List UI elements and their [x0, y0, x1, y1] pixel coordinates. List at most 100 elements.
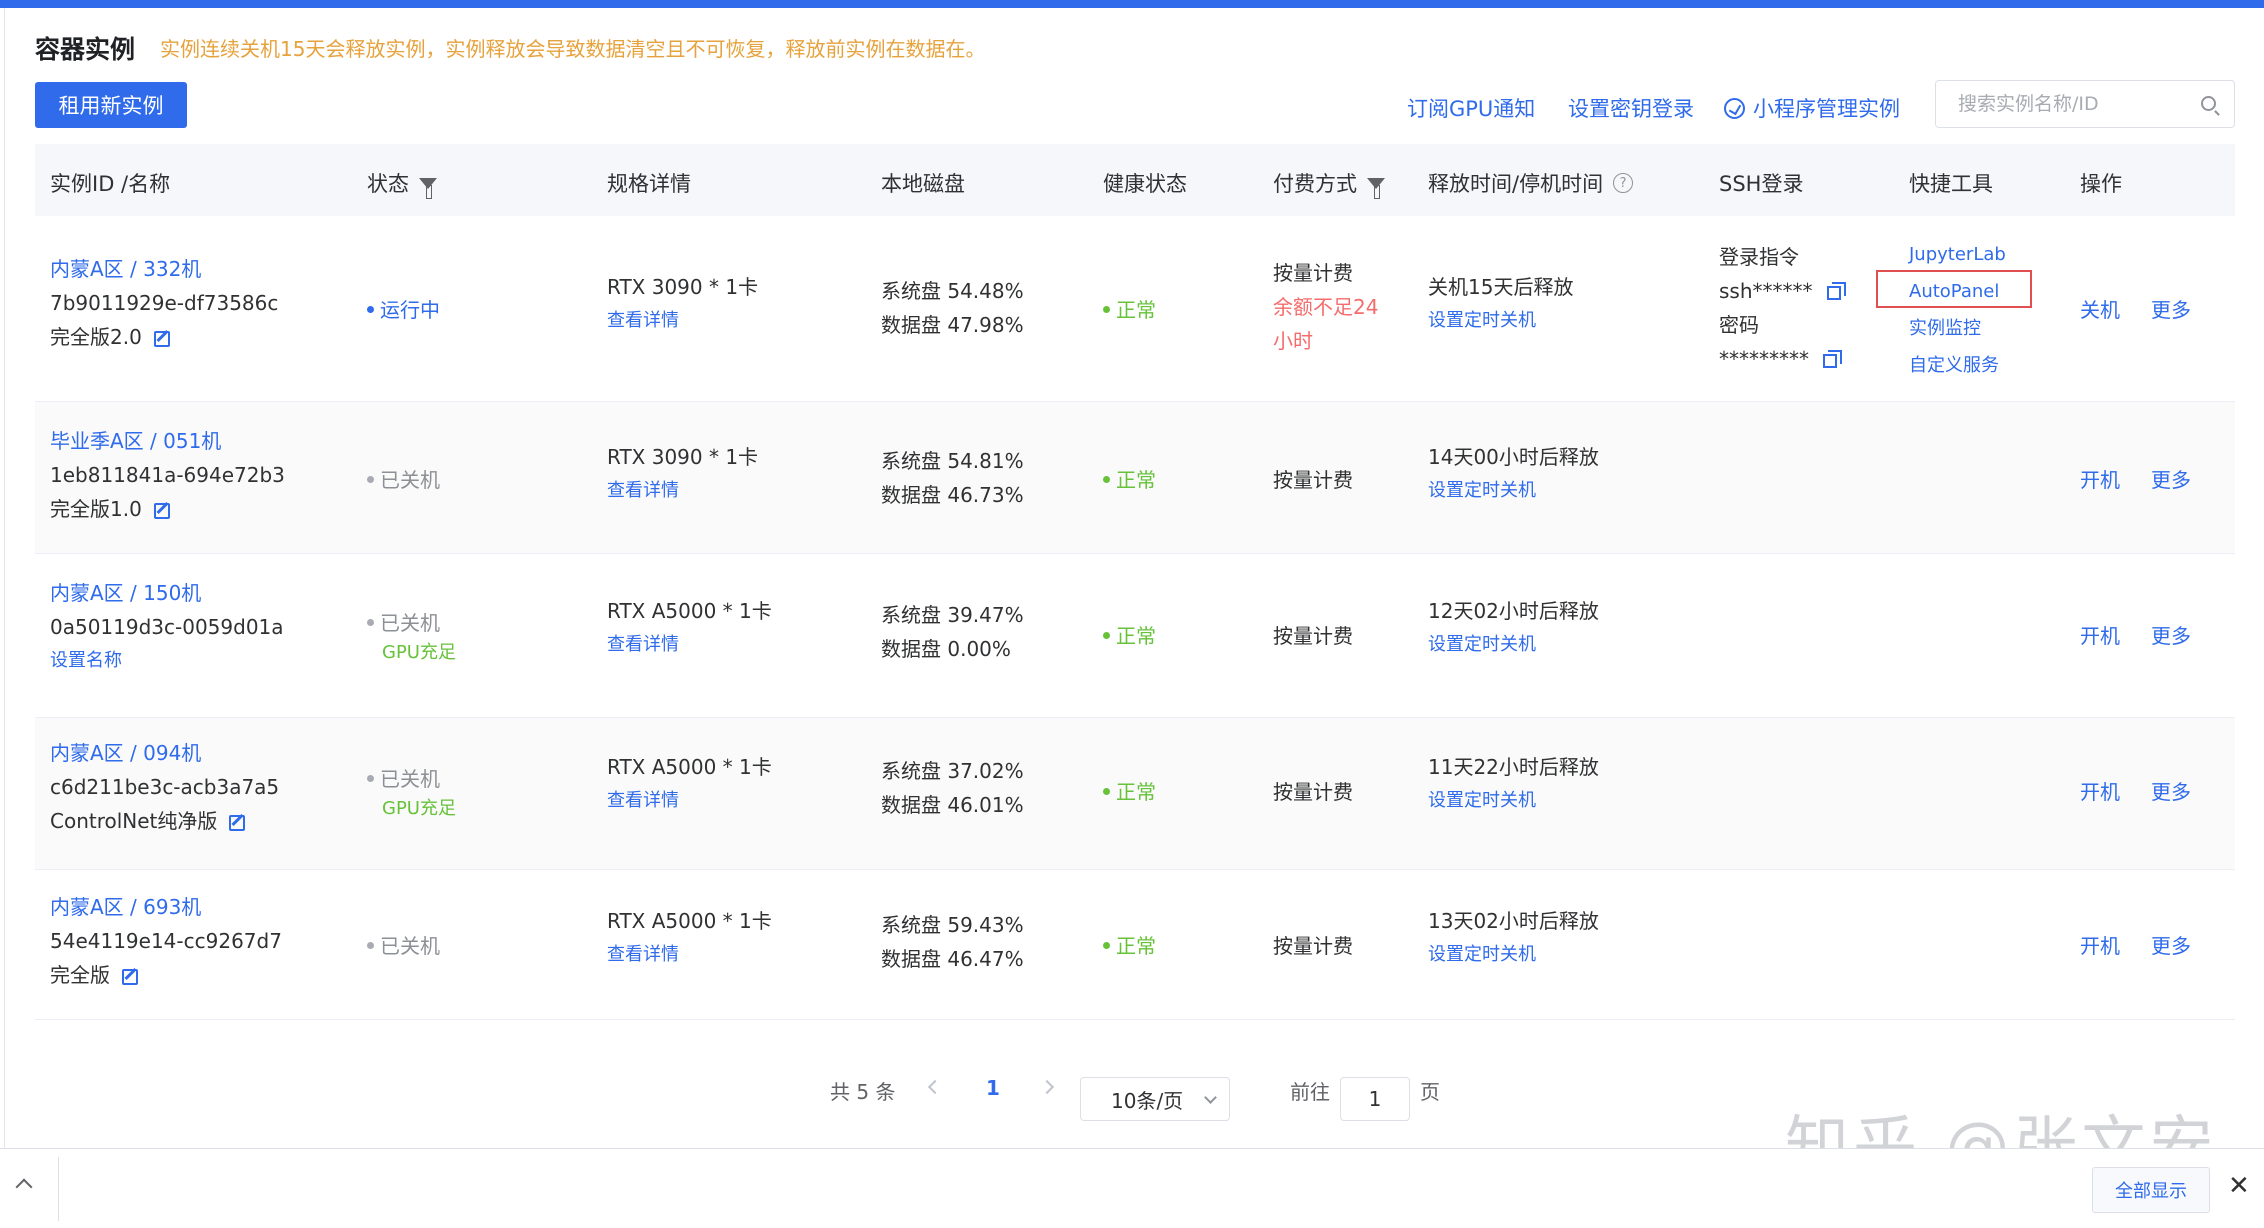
- autopanel-highlight: [1876, 270, 2032, 308]
- edit-icon[interactable]: [229, 814, 246, 831]
- help-icon[interactable]: ?: [1613, 173, 1634, 193]
- scheduled-shutdown-link[interactable]: 设置定时关机: [1428, 784, 1599, 818]
- status-text: 已关机: [380, 611, 440, 635]
- tool-custom-service[interactable]: 自定义服务: [1909, 347, 2006, 384]
- gpu-spec: RTX A5000 * 1卡: [607, 599, 772, 623]
- power-on-button[interactable]: 开机: [2080, 930, 2120, 959]
- power-on-button[interactable]: 开机: [2080, 776, 2120, 805]
- health-status: 正常: [1116, 468, 1156, 492]
- tool-jupyterlab[interactable]: JupyterLab: [1909, 236, 2006, 273]
- health-status: 正常: [1116, 624, 1156, 648]
- col-spec: 规格详情: [607, 172, 691, 196]
- view-details-link[interactable]: 查看详情: [607, 784, 772, 818]
- system-disk-usage: 系统盘 54.48%: [881, 279, 1024, 303]
- col-ssh: SSH登录: [1719, 172, 1804, 196]
- col-billing[interactable]: 付费方式: [1273, 168, 1385, 199]
- billing-type: 按量计费: [1273, 934, 1353, 958]
- col-status[interactable]: 状态: [367, 168, 437, 199]
- power-on-button[interactable]: 开机: [2080, 464, 2120, 493]
- edit-icon[interactable]: [153, 330, 170, 347]
- filter-icon[interactable]: [1367, 177, 1385, 199]
- health-dot: [1103, 632, 1110, 639]
- mini-program-link[interactable]: 小程序管理实例: [1724, 93, 1900, 123]
- scheduled-shutdown-link[interactable]: 设置定时关机: [1428, 304, 1573, 338]
- filter-icon[interactable]: [419, 177, 437, 199]
- instance-region-link[interactable]: 内蒙A区 / 332机: [50, 252, 278, 286]
- search-icon[interactable]: [2201, 96, 2216, 111]
- goto-page-input[interactable]: [1340, 1077, 1410, 1121]
- more-button[interactable]: 更多: [2151, 930, 2191, 959]
- system-disk-usage: 系统盘 59.43%: [881, 913, 1024, 937]
- tool-instance-monitor[interactable]: 实例监控: [1909, 310, 2006, 347]
- rent-new-instance-button[interactable]: 租用新实例: [35, 82, 187, 128]
- health-status: 正常: [1116, 298, 1156, 322]
- search-input[interactable]: [1936, 81, 2176, 127]
- health-status: 正常: [1116, 934, 1156, 958]
- system-disk-usage: 系统盘 54.81%: [881, 449, 1024, 473]
- balance-warning: 余额不足24: [1273, 295, 1379, 319]
- instance-search[interactable]: [1935, 80, 2235, 128]
- power-on-button[interactable]: 开机: [2080, 620, 2120, 649]
- scheduled-shutdown-link[interactable]: 设置定时关机: [1428, 474, 1599, 508]
- divider: [58, 1157, 59, 1221]
- health-status: 正常: [1116, 780, 1156, 804]
- view-details-link[interactable]: 查看详情: [607, 474, 758, 508]
- instance-region-link[interactable]: 毕业季A区 / 051机: [50, 424, 285, 458]
- col-release-time: 释放时间/停机时间?: [1428, 168, 1634, 198]
- edit-icon[interactable]: [153, 502, 170, 519]
- instance-region-link[interactable]: 内蒙A区 / 150机: [50, 576, 284, 610]
- mini-program-label: 小程序管理实例: [1753, 97, 1900, 121]
- more-button[interactable]: 更多: [2151, 464, 2191, 493]
- col-disk: 本地磁盘: [881, 172, 965, 196]
- view-details-link[interactable]: 查看详情: [607, 628, 772, 662]
- ssh-command-label: 登录指令: [1719, 245, 1799, 269]
- prev-page-icon[interactable]: [927, 1079, 943, 1095]
- instance-region-link[interactable]: 内蒙A区 / 693机: [50, 890, 282, 924]
- chevron-up-icon[interactable]: [15, 1178, 33, 1196]
- release-warning: 实例连续关机15天会释放实例，实例释放会导致数据清空且不可恢复，释放前实例在数据…: [160, 37, 986, 61]
- set-name-link[interactable]: 设置名称: [50, 644, 284, 678]
- view-details-link[interactable]: 查看详情: [607, 938, 772, 972]
- ssh-command-value: ssh******: [1719, 279, 1813, 303]
- close-icon[interactable]: ✕: [2228, 1171, 2250, 1201]
- table-row: 毕业季A区 / 051机 1eb811841a-694e72b3 完全版1.0 …: [35, 402, 2235, 554]
- col-tools: 快捷工具: [1909, 172, 1993, 196]
- password-value: *********: [1719, 347, 1809, 371]
- status-dot: [367, 476, 374, 483]
- mini-program-icon: [1724, 97, 1745, 119]
- scheduled-shutdown-link[interactable]: 设置定时关机: [1428, 628, 1599, 662]
- chevron-down-icon: [1204, 1091, 1217, 1104]
- current-page[interactable]: 1: [986, 1076, 1000, 1100]
- instance-name: ControlNet纯净版: [50, 809, 218, 833]
- balance-warning-unit: 小时: [1273, 329, 1313, 353]
- more-button[interactable]: 更多: [2151, 620, 2191, 649]
- col-instance-id: 实例ID /名称: [50, 172, 171, 196]
- status-dot: [367, 619, 374, 626]
- status-text: 已关机: [380, 767, 440, 791]
- copy-icon[interactable]: [1823, 349, 1842, 368]
- data-disk-usage: 数据盘 46.73%: [881, 483, 1024, 507]
- subscribe-gpu-link[interactable]: 订阅GPU通知: [1407, 93, 1535, 123]
- shutdown-button[interactable]: 关机: [2080, 294, 2120, 323]
- status-dot: [367, 942, 374, 949]
- system-disk-usage: 系统盘 37.02%: [881, 759, 1024, 783]
- data-disk-usage: 数据盘 46.47%: [881, 947, 1024, 971]
- pagination-total: 共 5 条: [830, 1080, 896, 1104]
- show-all-button[interactable]: 全部显示: [2092, 1167, 2210, 1213]
- more-button[interactable]: 更多: [2151, 776, 2191, 805]
- scheduled-shutdown-link[interactable]: 设置定时关机: [1428, 938, 1599, 972]
- instance-region-link[interactable]: 内蒙A区 / 094机: [50, 736, 279, 770]
- instance-id: 7b9011929e-df73586c: [50, 291, 279, 315]
- edit-icon[interactable]: [122, 968, 138, 985]
- copy-icon[interactable]: [1826, 281, 1846, 300]
- gpu-spec: RTX A5000 * 1卡: [607, 909, 772, 933]
- health-dot: [1103, 306, 1110, 313]
- more-button[interactable]: 更多: [2151, 294, 2191, 323]
- set-key-login-link[interactable]: 设置密钥登录: [1568, 93, 1694, 123]
- page-size-value: 10条/页: [1111, 1088, 1184, 1113]
- col-actions: 操作: [2080, 172, 2122, 196]
- next-page-icon[interactable]: [1039, 1079, 1055, 1095]
- view-details-link[interactable]: 查看详情: [607, 304, 758, 338]
- page-size-select[interactable]: 10条/页: [1080, 1077, 1230, 1121]
- table-row: 内蒙A区 / 094机 c6d211be3c-acb3a7a5 ControlN…: [35, 718, 2235, 870]
